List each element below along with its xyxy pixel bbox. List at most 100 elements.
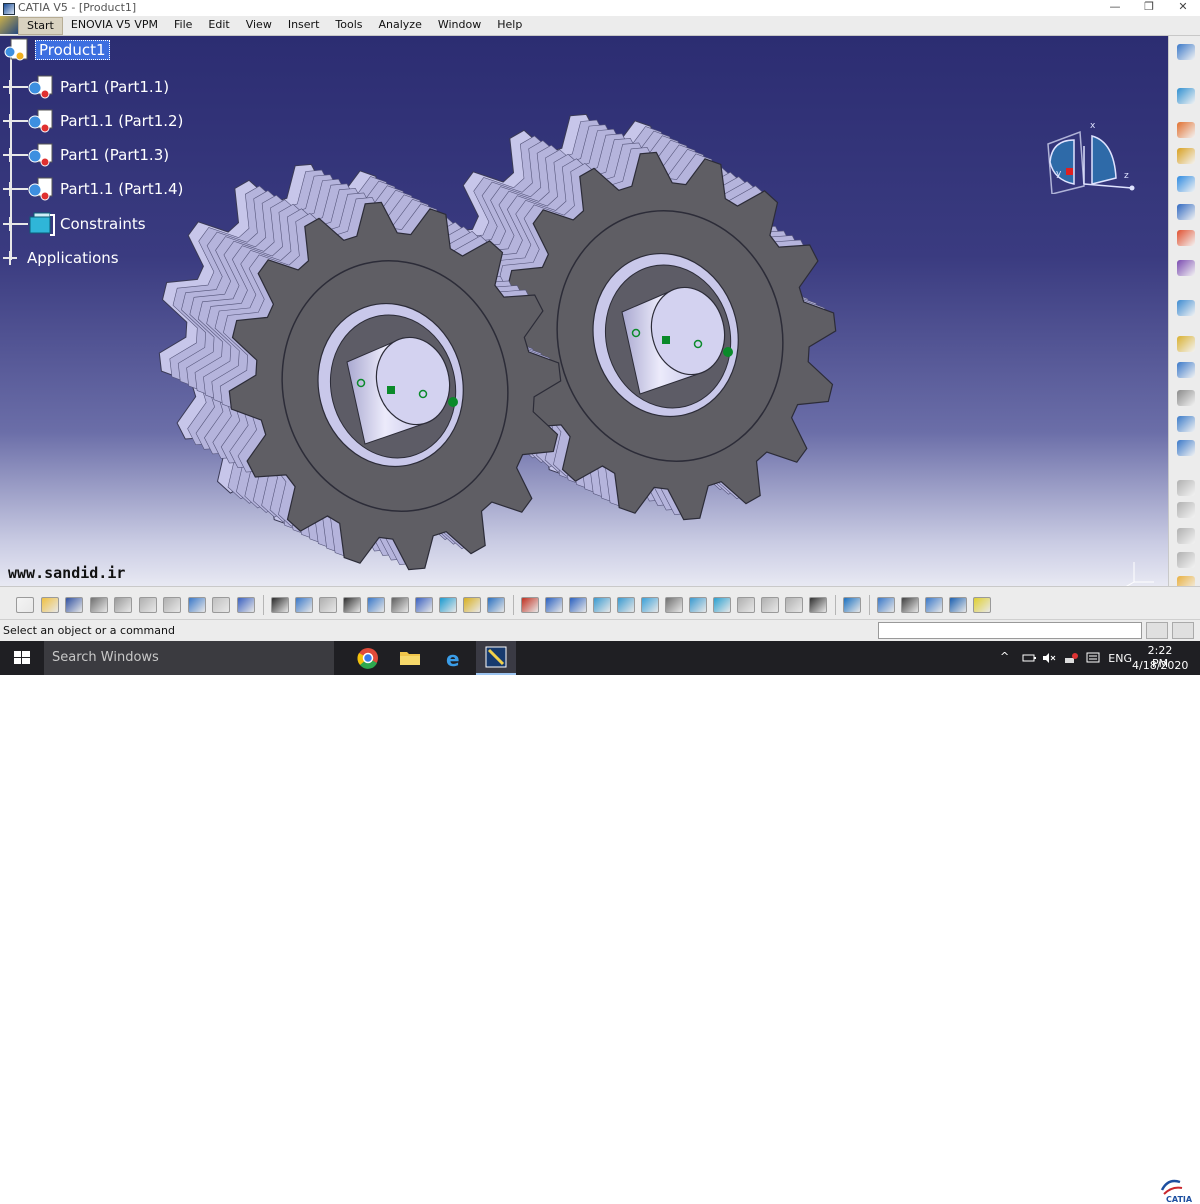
command-input[interactable] (878, 622, 1142, 639)
gear-assembly[interactable] (150, 76, 850, 586)
macro-icon[interactable] (319, 597, 337, 613)
paste-icon[interactable] (163, 597, 181, 613)
constraint-icon[interactable] (1177, 528, 1195, 544)
pan-icon[interactable] (487, 597, 505, 613)
tree-item-label[interactable]: Constraints (60, 215, 146, 233)
tree-item-label[interactable]: Part1 (Part1.3) (60, 146, 169, 164)
tree-item-label[interactable]: Part1.1 (Part1.2) (60, 112, 183, 130)
help-icon[interactable] (236, 597, 255, 613)
constraint-icon[interactable] (1177, 502, 1195, 518)
snapshot-icon[interactable] (737, 597, 755, 613)
new-icon[interactable] (16, 597, 34, 613)
notification-icon[interactable] (1086, 652, 1100, 664)
tree-root-label[interactable]: Product1 (35, 40, 110, 60)
menu-tools[interactable]: Tools (327, 16, 370, 35)
menu-view[interactable]: View (238, 16, 280, 35)
fly-icon[interactable] (439, 597, 457, 613)
copy-icon[interactable] (138, 597, 157, 613)
command-stop-button[interactable] (1172, 622, 1194, 639)
formula-icon[interactable] (271, 597, 289, 613)
constraint-icon[interactable] (1177, 480, 1195, 496)
status-message: Select an object or a command (3, 624, 175, 637)
compass-icon[interactable] (1177, 88, 1195, 104)
menu-help[interactable]: Help (489, 16, 530, 35)
windows-start-button[interactable] (0, 641, 44, 675)
explode-icon[interactable] (1177, 230, 1195, 246)
3d-viewport[interactable]: Product1 Part1 (Part1.1) Part1.1 (Part1.… (0, 36, 1168, 586)
cut-icon[interactable] (114, 597, 132, 613)
magnifier-icon[interactable] (843, 597, 861, 613)
minimize-button[interactable]: — (1098, 0, 1132, 16)
quick-icon[interactable] (713, 597, 731, 613)
expand-icon[interactable] (3, 251, 17, 265)
tree-icon[interactable] (367, 597, 385, 613)
snap-icon[interactable] (1177, 122, 1195, 138)
update-icon[interactable] (1177, 416, 1195, 432)
print-icon[interactable] (89, 597, 108, 613)
battery-icon[interactable] (1022, 652, 1036, 664)
tools-icon[interactable] (1177, 440, 1195, 456)
environment-icon[interactable] (949, 597, 967, 613)
light-icon[interactable] (901, 597, 919, 613)
catalog-icon[interactable] (1177, 362, 1195, 378)
catia-menu-logo-icon[interactable] (0, 16, 18, 34)
render-style-icon[interactable] (641, 597, 659, 613)
undo-icon[interactable] (187, 597, 206, 613)
menu-start[interactable]: Start (18, 17, 63, 35)
normal-view-icon[interactable] (593, 597, 611, 613)
chrome-icon[interactable] (348, 641, 388, 675)
constraint-icon[interactable] (1177, 552, 1195, 568)
views-icon[interactable] (617, 597, 635, 613)
zoom-out-icon[interactable] (569, 597, 587, 613)
camera-icon[interactable] (877, 597, 895, 613)
target-icon[interactable] (761, 597, 779, 613)
menu-window[interactable]: Window (430, 16, 489, 35)
tree-item-label[interactable]: Part1 (Part1.1) (60, 78, 169, 96)
rotate-icon[interactable] (521, 597, 539, 613)
assembly-icon[interactable] (1177, 148, 1195, 164)
measure-icon[interactable] (1177, 300, 1195, 316)
tree-applications-label[interactable]: Applications (27, 249, 119, 267)
restore-button[interactable]: ❐ (1132, 0, 1166, 16)
catia-taskbar-icon[interactable] (476, 641, 516, 675)
fix-icon[interactable] (1177, 176, 1195, 192)
measure-icon[interactable] (925, 597, 943, 613)
menu-analyze[interactable]: Analyze (371, 16, 430, 35)
menu-edit[interactable]: Edit (200, 16, 237, 35)
chevron-up-icon[interactable]: ^ (1000, 650, 1014, 663)
swap-icon[interactable] (689, 597, 707, 613)
close-button[interactable]: ✕ (1166, 0, 1200, 16)
taskbar-search[interactable]: Search Windows (44, 641, 334, 675)
edge-icon[interactable]: e (434, 641, 474, 675)
rewind-icon[interactable] (785, 597, 803, 613)
manipulate-icon[interactable] (1177, 204, 1195, 220)
graph-icon[interactable] (415, 597, 433, 613)
network-warning-icon[interactable] (1064, 652, 1078, 664)
hide-show-icon[interactable] (665, 597, 683, 613)
knowledge-icon[interactable] (295, 597, 313, 613)
sketcher-icon[interactable] (1177, 44, 1195, 60)
menu-insert[interactable]: Insert (280, 16, 328, 35)
table-icon[interactable] (343, 597, 361, 613)
redo-icon[interactable] (212, 597, 230, 613)
clash-icon[interactable] (1177, 260, 1195, 276)
open-icon[interactable] (40, 597, 59, 613)
menu-enovia[interactable]: ENOVIA V5 VPM (63, 16, 166, 35)
clock-date[interactable]: 4/18/2020 (1132, 659, 1188, 672)
scene-icon[interactable] (1177, 336, 1195, 352)
tree-item-label[interactable]: Part1.1 (Part1.4) (60, 180, 183, 198)
hole-icon[interactable] (391, 597, 409, 613)
zoom-in-icon[interactable] (545, 597, 563, 613)
play-icon[interactable] (809, 597, 827, 613)
volume-muted-icon[interactable] (1042, 652, 1056, 664)
fit-all-icon[interactable] (463, 597, 481, 613)
compass-z-label: z (1124, 171, 1129, 181)
compass-widget[interactable]: x y z (1040, 84, 1140, 194)
language-indicator[interactable]: ENG (1108, 652, 1132, 665)
power-input-button[interactable] (1146, 622, 1168, 639)
render-icon[interactable] (1177, 390, 1195, 406)
mark-icon[interactable] (973, 597, 991, 613)
file-explorer-icon[interactable] (390, 641, 430, 675)
menu-file[interactable]: File (166, 16, 200, 35)
save-icon[interactable] (65, 597, 83, 613)
